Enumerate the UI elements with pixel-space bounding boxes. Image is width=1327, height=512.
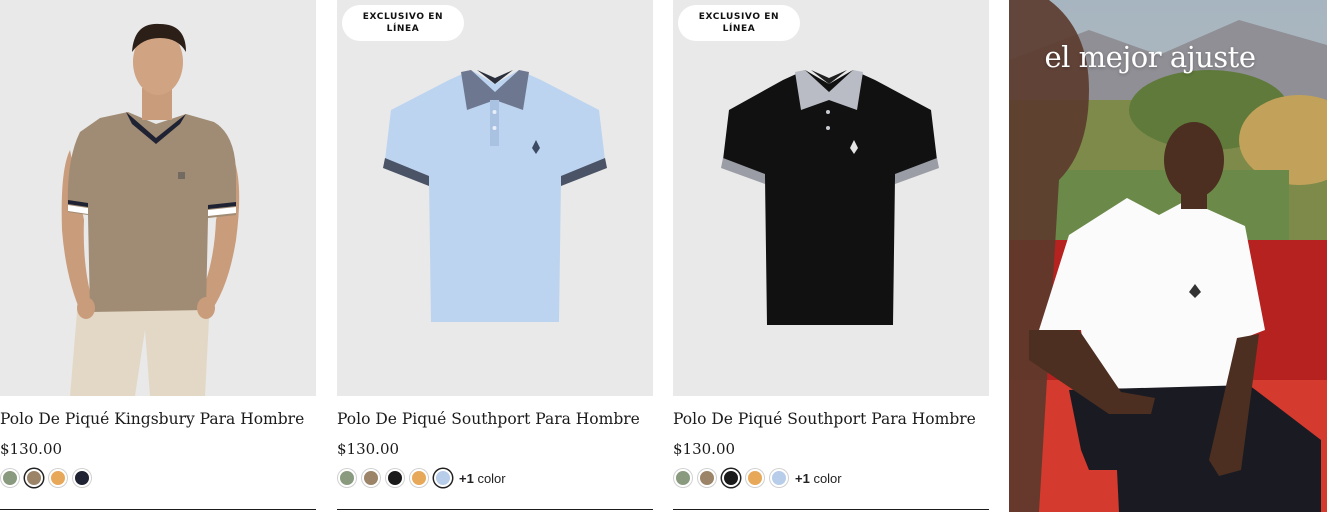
swatch-orange[interactable] bbox=[410, 469, 428, 487]
swatch-khaki[interactable] bbox=[362, 469, 380, 487]
product-card[interactable]: EXCLUSIVO EN LÍNEA Polo De Piqué Southpo… bbox=[673, 0, 989, 512]
swatch-sage[interactable] bbox=[1, 469, 19, 487]
exclusive-online-badge: EXCLUSIVO EN LÍNEA bbox=[342, 5, 464, 41]
card-divider bbox=[673, 509, 989, 510]
product-card[interactable]: EXCLUSIVO EN LÍNEA Polo De Piqué Southpo… bbox=[337, 0, 653, 512]
more-colors-link[interactable]: +1 color bbox=[459, 471, 506, 486]
swatch-sage[interactable] bbox=[338, 469, 356, 487]
product-title[interactable]: Polo De Piqué Kingsbury Para Hombre bbox=[0, 410, 316, 428]
product-price: $130.00 bbox=[0, 440, 63, 458]
product-image[interactable] bbox=[0, 0, 316, 396]
color-swatches: +1 color bbox=[338, 469, 506, 487]
product-image[interactable]: EXCLUSIVO EN LÍNEA bbox=[673, 0, 989, 396]
badge-line1: EXCLUSIVO EN bbox=[698, 12, 780, 22]
product-title[interactable]: Polo De Piqué Southport Para Hombre bbox=[673, 410, 989, 428]
model-wearing-tan-polo-image bbox=[0, 0, 316, 396]
swatch-sage[interactable] bbox=[674, 469, 692, 487]
swatch-light-blue[interactable] bbox=[770, 469, 788, 487]
swatch-orange[interactable] bbox=[746, 469, 764, 487]
exclusive-online-badge: EXCLUSIVO EN LÍNEA bbox=[678, 5, 800, 41]
product-image[interactable]: EXCLUSIVO EN LÍNEA bbox=[337, 0, 653, 396]
promo-headline: el mejor ajuste bbox=[1044, 40, 1256, 74]
swatch-black[interactable] bbox=[722, 469, 740, 487]
promo-banner[interactable]: el mejor ajuste bbox=[1009, 0, 1327, 512]
swatch-khaki[interactable] bbox=[25, 469, 43, 487]
card-divider bbox=[337, 509, 653, 510]
swatch-light-blue[interactable] bbox=[434, 469, 452, 487]
light-blue-polo-image bbox=[337, 0, 653, 396]
swatch-khaki[interactable] bbox=[698, 469, 716, 487]
badge-line2: LÍNEA bbox=[722, 24, 756, 34]
swatch-navy[interactable] bbox=[73, 469, 91, 487]
badge-line2: LÍNEA bbox=[386, 24, 420, 34]
black-polo-image bbox=[673, 0, 989, 396]
color-swatches bbox=[1, 469, 97, 487]
promo-lifestyle-image bbox=[1009, 0, 1327, 512]
swatch-orange[interactable] bbox=[49, 469, 67, 487]
color-swatches: +1 color bbox=[674, 469, 842, 487]
product-price: $130.00 bbox=[673, 440, 736, 458]
more-colors-link[interactable]: +1 color bbox=[795, 471, 842, 486]
swatch-black[interactable] bbox=[386, 469, 404, 487]
card-divider bbox=[0, 509, 316, 510]
product-price: $130.00 bbox=[337, 440, 400, 458]
product-card[interactable]: Polo De Piqué Kingsbury Para Hombre $130… bbox=[0, 0, 316, 512]
badge-line1: EXCLUSIVO EN bbox=[362, 12, 444, 22]
product-title[interactable]: Polo De Piqué Southport Para Hombre bbox=[337, 410, 653, 428]
